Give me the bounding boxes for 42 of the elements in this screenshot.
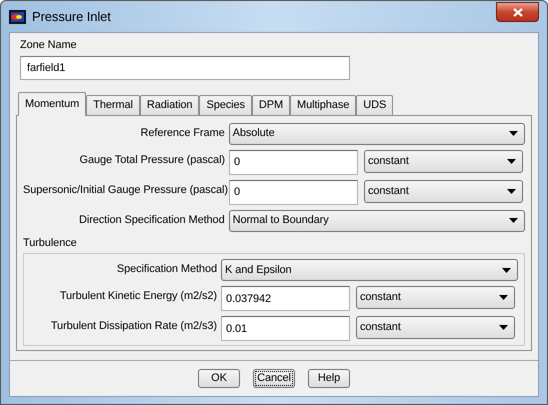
dialog-button[interactable]: OK [198, 369, 240, 388]
dropdown[interactable]: Absolute [228, 122, 525, 144]
dropdown[interactable]: constant [364, 180, 523, 202]
dropdown[interactable]: constant [356, 286, 515, 309]
app-icon [9, 10, 26, 24]
field-label: Specification Method [116, 262, 217, 277]
input-field[interactable]: 0.037942 [221, 286, 350, 311]
group-title: Turbulence [23, 236, 77, 250]
close-icon [512, 8, 522, 16]
field-label: Direction Specification Method [78, 212, 225, 228]
caret-icon [507, 158, 516, 164]
dialog-button[interactable]: Help [308, 369, 350, 388]
tab[interactable]: Radiation [140, 94, 200, 114]
tab[interactable]: Species [199, 94, 252, 114]
caret-icon [502, 268, 511, 272]
caret-icon [509, 218, 518, 223]
dropdown[interactable]: constant [364, 150, 523, 172]
field-label: Supersonic/Initial Gauge Pressure (pascal) [23, 182, 225, 198]
caret-icon [509, 131, 518, 136]
field-label: Zone Name [20, 38, 77, 53]
dropdown[interactable]: constant [356, 316, 515, 339]
input-field[interactable]: 0.01 [221, 316, 350, 341]
input-field[interactable]: 0 [229, 150, 358, 174]
tab[interactable]: Multiphase [290, 94, 356, 114]
dialog-button[interactable]: Cancel [253, 369, 295, 388]
dropdown[interactable]: K and Epsilon [221, 259, 518, 281]
zone-name-field[interactable]: farfield1 [20, 56, 350, 80]
field-label: Turbulent Kinetic Energy (m2/s2) [58, 289, 217, 304]
tab[interactable]: UDS [356, 94, 394, 114]
tab[interactable]: DPM [252, 94, 290, 114]
tab[interactable]: Momentum [18, 92, 86, 116]
field-label: Turbulent Dissipation Rate (m2/s3) [50, 319, 217, 334]
close-button[interactable] [496, 2, 539, 22]
caret-icon [499, 295, 508, 300]
window-title: Pressure Inlet [32, 8, 111, 26]
dropdown[interactable]: Normal to Boundary [228, 210, 525, 232]
tab[interactable]: Thermal [86, 94, 140, 114]
field-label: Reference Frame [140, 126, 225, 140]
caret-icon [507, 188, 516, 194]
input-field[interactable]: 0 [229, 180, 358, 204]
field-label: Gauge Total Pressure (pascal) [78, 152, 225, 168]
caret-icon [499, 325, 508, 330]
